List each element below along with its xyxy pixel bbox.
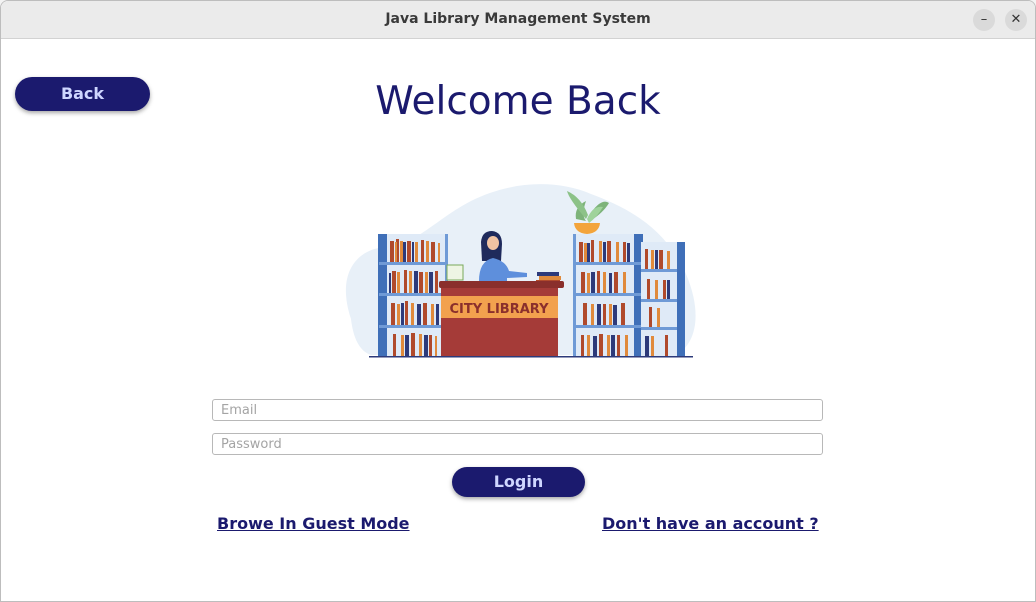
window-title: Java Library Management System — [385, 11, 651, 27]
title-bar: Java Library Management System – ✕ — [1, 1, 1035, 39]
password-field[interactable] — [212, 433, 823, 455]
library-sign-text: CITY LIBRARY — [450, 302, 550, 317]
page-title: Welcome Back — [375, 79, 661, 124]
guest-mode-link[interactable]: Browe In Guest Mode — [217, 514, 410, 533]
signup-link[interactable]: Don't have an account ? — [602, 514, 819, 533]
minimize-icon[interactable]: – — [973, 9, 995, 31]
close-icon[interactable]: ✕ — [1005, 9, 1027, 31]
library-illustration: CITY LIBRARY — [345, 184, 696, 358]
app-window: Java Library Management System – ✕ Back … — [0, 0, 1036, 602]
login-button[interactable]: Login — [452, 467, 585, 497]
email-field[interactable] — [212, 399, 823, 421]
